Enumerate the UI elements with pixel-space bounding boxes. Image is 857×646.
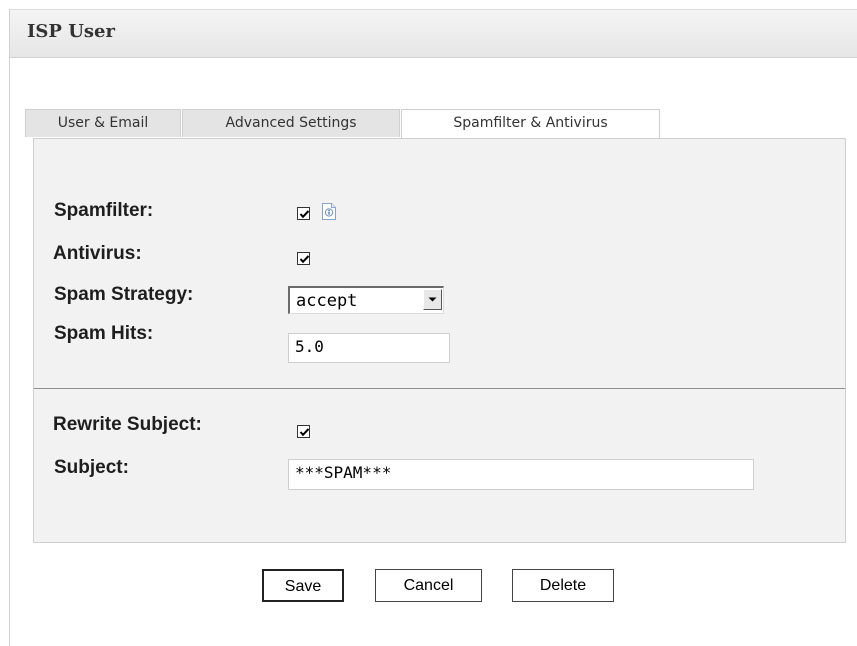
check-icon <box>299 210 310 219</box>
spamfilter-checkbox[interactable] <box>297 207 310 220</box>
divider <box>34 388 845 389</box>
cancel-button[interactable]: Cancel <box>375 569 482 602</box>
antivirus-checkbox[interactable] <box>297 252 310 265</box>
page-title: ISP User <box>27 21 115 42</box>
rewrite-subject-label: Rewrite Subject: <box>53 414 202 435</box>
spam-hits-input[interactable]: 5.0 <box>288 333 450 363</box>
antivirus-label: Antivirus: <box>53 243 142 264</box>
tab-advanced-settings[interactable]: Advanced Settings <box>182 109 400 137</box>
spam-strategy-label: Spam Strategy: <box>54 284 194 305</box>
save-button[interactable]: Save <box>262 569 344 602</box>
dropdown-arrow-icon[interactable] <box>423 289 442 310</box>
check-icon <box>299 428 310 437</box>
spamfilter-panel: Spamfilter: Antivirus: Spam Strategy: ac… <box>33 138 846 543</box>
info-icon[interactable] <box>322 203 336 220</box>
subject-input[interactable]: ***SPAM*** <box>288 459 754 490</box>
delete-button[interactable]: Delete <box>512 569 614 602</box>
tab-spamfilter-antivirus[interactable]: Spamfilter & Antivirus <box>401 109 660 138</box>
check-icon <box>299 255 310 264</box>
spamfilter-label: Spamfilter: <box>54 200 154 221</box>
rewrite-subject-checkbox[interactable] <box>297 425 310 438</box>
title-bar: ISP User <box>10 9 857 58</box>
spam-strategy-value: accept <box>296 291 358 311</box>
tab-user-email[interactable]: User & Email <box>25 109 181 137</box>
spam-strategy-select[interactable]: accept <box>288 286 444 314</box>
subject-label: Subject: <box>54 457 129 478</box>
spam-hits-label: Spam Hits: <box>54 323 154 344</box>
